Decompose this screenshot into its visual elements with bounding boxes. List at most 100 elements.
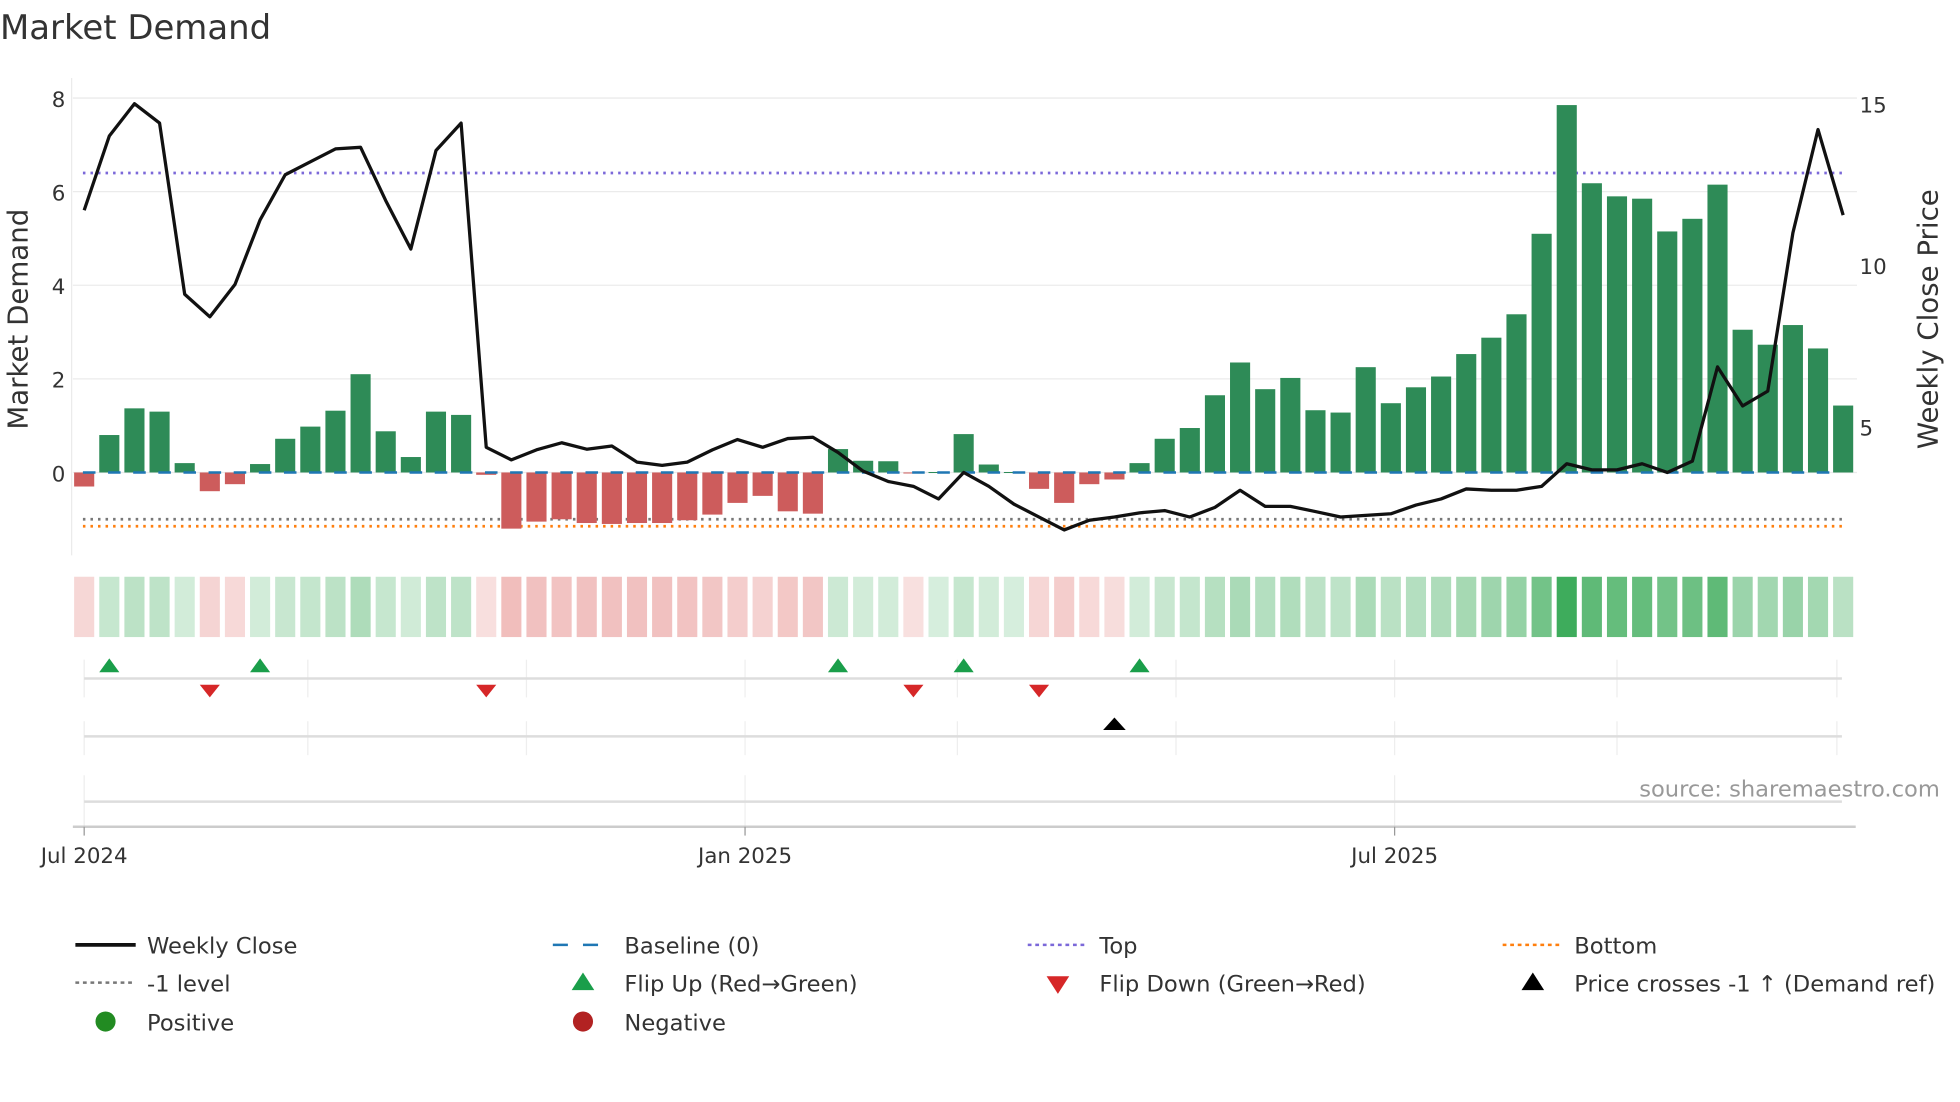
demand-bar bbox=[99, 435, 120, 473]
circle-icon bbox=[95, 1011, 116, 1032]
heat-cell bbox=[1380, 576, 1401, 638]
triangle-up-icon bbox=[1521, 972, 1545, 991]
heat-cell bbox=[727, 576, 748, 638]
heat-cell bbox=[99, 576, 120, 638]
flip-down-marker bbox=[1029, 684, 1050, 698]
demand-bar bbox=[174, 463, 195, 473]
heat-cell bbox=[1632, 576, 1653, 638]
demand-bar bbox=[1657, 231, 1678, 473]
heat-cell bbox=[1657, 576, 1678, 638]
y-tick-label: 0 bbox=[52, 462, 66, 487]
demand-bar bbox=[878, 461, 899, 473]
demand-bar bbox=[300, 426, 321, 473]
heat-cell bbox=[350, 576, 371, 638]
demand-bar bbox=[400, 457, 421, 473]
demand-bar bbox=[652, 472, 673, 524]
heat-cell bbox=[626, 576, 648, 638]
heat-cell bbox=[827, 576, 849, 638]
heat-cell bbox=[702, 576, 723, 638]
demand-bar bbox=[425, 411, 447, 473]
heat-cell bbox=[551, 576, 572, 638]
heat-cell bbox=[124, 576, 145, 638]
heat-cell bbox=[652, 576, 673, 638]
demand-bar bbox=[350, 374, 371, 473]
heat-cell bbox=[752, 576, 773, 638]
demand-bar bbox=[275, 438, 296, 473]
demand-bar bbox=[1230, 362, 1251, 473]
demand-bar bbox=[124, 408, 145, 473]
y2-tick-label: 10 bbox=[1859, 255, 1886, 280]
demand-bar bbox=[1179, 428, 1200, 473]
demand-bar bbox=[1456, 354, 1477, 473]
heat-cell bbox=[325, 576, 346, 638]
x-tick-label: Jul 2024 bbox=[39, 844, 128, 869]
demand-bar bbox=[1807, 348, 1829, 473]
heat-cell bbox=[1431, 576, 1452, 638]
demand-bar bbox=[1280, 377, 1301, 473]
demand-bar bbox=[149, 411, 170, 473]
legend-label: Top bbox=[1098, 934, 1137, 960]
heat-cell bbox=[802, 576, 823, 638]
demand-bar bbox=[1833, 405, 1854, 473]
legend-label: Flip Up (Red→Green) bbox=[624, 971, 857, 997]
legend-label: Baseline (0) bbox=[624, 934, 759, 960]
flip-up-marker bbox=[250, 658, 271, 673]
demand-bar bbox=[802, 472, 823, 514]
heat-cell bbox=[1054, 576, 1075, 638]
heat-cell bbox=[878, 576, 899, 638]
heat-cell bbox=[476, 576, 497, 638]
legend-label: -1 level bbox=[147, 971, 231, 997]
x-tick-label: Jan 2025 bbox=[696, 844, 792, 869]
heat-cell bbox=[1280, 576, 1301, 638]
heat-cell bbox=[1581, 576, 1602, 638]
heat-cell bbox=[1255, 576, 1276, 638]
market-demand-chart: Market Demand 0 2 4 6 8 5 10 15 Jul 2024 Jan 2025… bbox=[0, 8, 1944, 1036]
heat-cell bbox=[250, 576, 271, 638]
y2-tick-label: 5 bbox=[1859, 416, 1873, 441]
legend: Weekly Close Baseline (0) Top Bottom -1 leve… bbox=[75, 934, 1935, 1036]
heat-cell bbox=[978, 576, 999, 638]
demand-bar bbox=[1129, 463, 1150, 473]
heat-cell bbox=[928, 576, 949, 638]
x-tick-label: Jul 2025 bbox=[1349, 844, 1438, 869]
heat-cell bbox=[903, 576, 924, 638]
legend-label: Flip Down (Green→Red) bbox=[1099, 971, 1365, 997]
demand-bar bbox=[250, 464, 271, 473]
heat-cell bbox=[400, 576, 421, 638]
demand-bar bbox=[601, 472, 622, 524]
demand-bar bbox=[1632, 198, 1653, 473]
heat-cell bbox=[1833, 576, 1854, 638]
heat-cell bbox=[451, 576, 472, 638]
heat-cell bbox=[375, 576, 396, 638]
demand-bar bbox=[1556, 105, 1577, 473]
legend-label: Price crosses -1 ↑ (Demand ref) bbox=[1574, 971, 1935, 997]
demand-bar bbox=[1606, 196, 1628, 473]
heat-cell bbox=[1029, 576, 1050, 638]
demand-bar bbox=[1154, 438, 1175, 473]
demand-bar bbox=[1355, 367, 1376, 473]
demand-bar bbox=[1305, 410, 1326, 473]
heat-cell bbox=[953, 576, 974, 638]
y-axis-label: Market Demand bbox=[2, 209, 35, 430]
demand-bar bbox=[1330, 412, 1351, 473]
demand-bar bbox=[576, 472, 597, 524]
demand-bar bbox=[501, 472, 522, 529]
y-tick-label: 4 bbox=[52, 275, 66, 300]
heat-cell bbox=[1154, 576, 1175, 638]
demand-bar bbox=[1506, 314, 1527, 473]
demand-bar bbox=[325, 410, 346, 473]
heat-cell bbox=[501, 576, 522, 638]
heat-cell bbox=[1405, 576, 1427, 638]
heat-cell bbox=[1606, 576, 1628, 638]
flip-up-marker bbox=[827, 658, 849, 673]
demand-bar bbox=[526, 472, 547, 522]
y-tick-label: 2 bbox=[52, 369, 66, 394]
heat-cell bbox=[1355, 576, 1376, 638]
heat-cell bbox=[1003, 576, 1024, 638]
demand-bar bbox=[1431, 376, 1452, 473]
heat-cell bbox=[1305, 576, 1326, 638]
y-tick-label: 8 bbox=[52, 88, 66, 113]
demand-heat-strip bbox=[74, 576, 1854, 638]
demand-bars bbox=[74, 105, 1854, 529]
demand-bar bbox=[1757, 344, 1778, 473]
